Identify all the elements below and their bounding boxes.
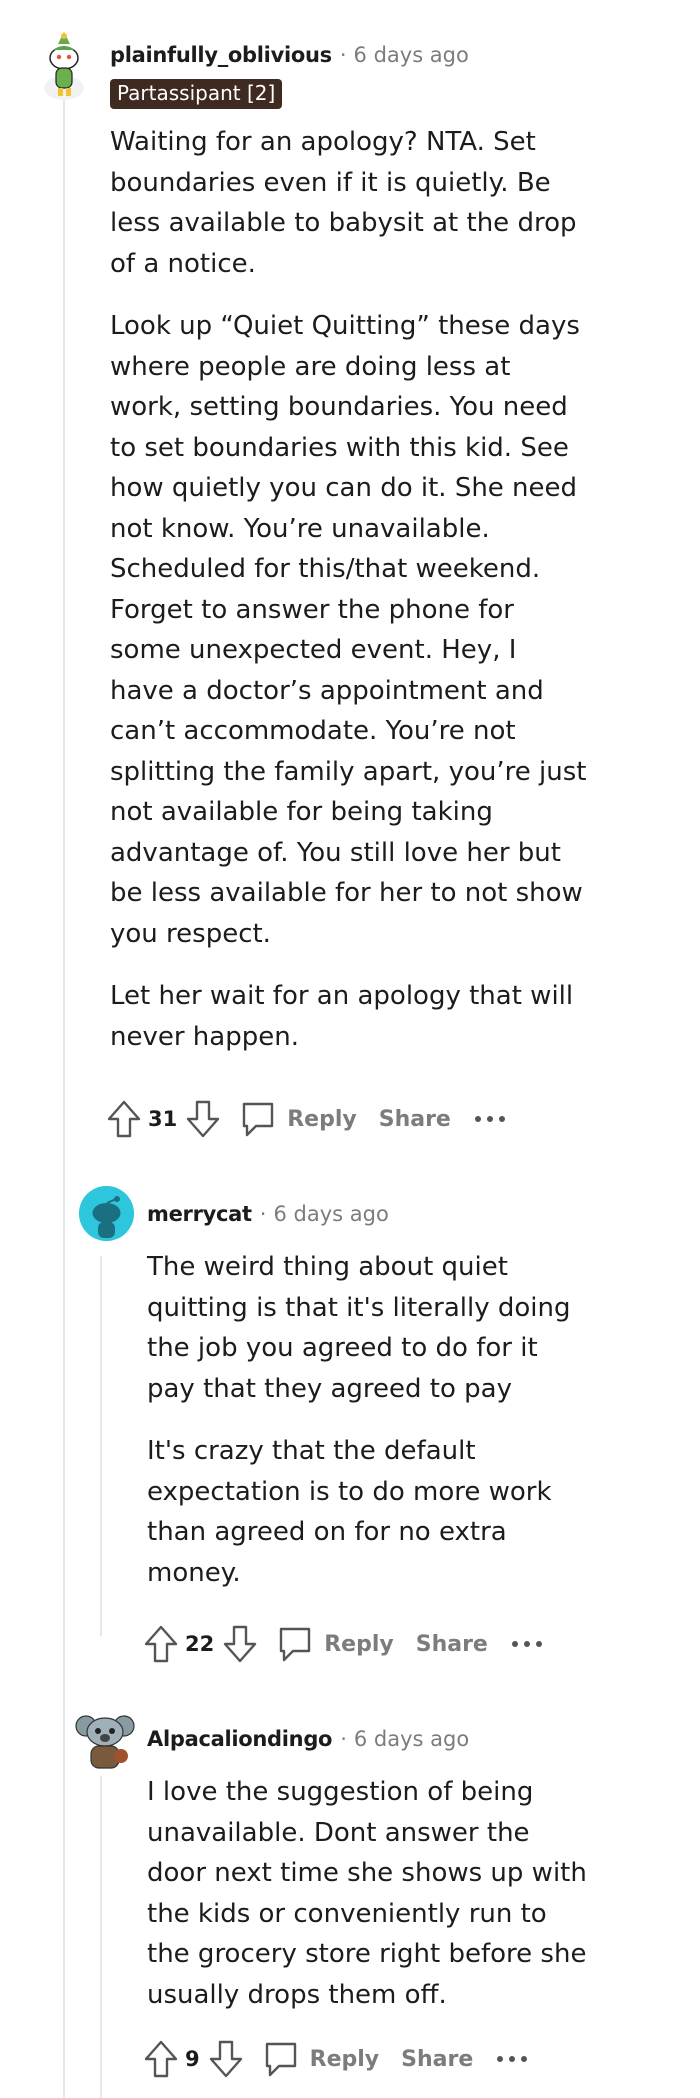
- comment-meta: plainfully_oblivious · 6 days ago: [110, 40, 469, 70]
- koala-snoo-avatar-icon[interactable]: [74, 1708, 136, 1770]
- comment-actions: 22 Reply Share: [143, 1622, 544, 1666]
- snoo-plant-avatar-icon[interactable]: [38, 30, 90, 100]
- vote-score: 22: [185, 1632, 215, 1656]
- timestamp[interactable]: 6 days ago: [273, 1202, 388, 1226]
- reply-label: Reply: [287, 1106, 357, 1132]
- comment-meta: Alpacaliondingo · 6 days ago: [147, 1724, 469, 1754]
- comment-bubble-icon: [276, 1624, 314, 1664]
- vote-score: 9: [185, 2047, 200, 2071]
- comment-body: The weird thing about quiet quitting is …: [147, 1247, 587, 1615]
- upvote-arrow-icon[interactable]: [143, 1624, 179, 1664]
- thread-line-level-2[interactable]: [100, 1256, 102, 1636]
- reply-button[interactable]: Reply: [239, 1099, 357, 1139]
- more-options-icon[interactable]: [510, 1639, 544, 1649]
- comment-actions: 31 Reply Share: [106, 1097, 507, 1141]
- meta-separator: ·: [339, 43, 347, 67]
- share-button[interactable]: Share: [379, 1107, 451, 1132]
- vote-score: 31: [148, 1107, 178, 1131]
- timestamp[interactable]: 6 days ago: [354, 43, 469, 67]
- downvote-arrow-icon[interactable]: [222, 1624, 258, 1664]
- username[interactable]: Alpacaliondingo: [147, 1727, 332, 1751]
- comment-paragraph: Let her wait for an apology that will ne…: [110, 981, 574, 1052]
- share-button[interactable]: Share: [416, 1632, 488, 1657]
- reply-label: Reply: [324, 1631, 394, 1657]
- comment-bubble-icon: [239, 1099, 277, 1139]
- share-button[interactable]: Share: [401, 2047, 473, 2072]
- more-options-icon[interactable]: [495, 2054, 529, 2064]
- comment-body: Waiting for an apology? NTA. Set boundar…: [110, 122, 588, 1079]
- meta-separator: ·: [259, 1202, 267, 1226]
- upvote-arrow-icon[interactable]: [143, 2039, 179, 2079]
- thread-line-level-1[interactable]: [63, 80, 65, 2098]
- comment-body: I love the suggestion of being unavailab…: [147, 1772, 587, 2037]
- reply-button[interactable]: Reply: [276, 1624, 394, 1664]
- comment-paragraph: It's crazy that the default expectation …: [147, 1436, 552, 1588]
- comment-bubble-icon: [262, 2039, 300, 2079]
- reply-label: Reply: [309, 2046, 380, 2072]
- downvote-arrow-icon[interactable]: [185, 1099, 221, 1139]
- comment-paragraph: The weird thing about quiet quitting is …: [147, 1252, 571, 1404]
- timestamp[interactable]: 6 days ago: [354, 1727, 469, 1751]
- downvote-arrow-icon[interactable]: [208, 2039, 244, 2079]
- comment-paragraph: I love the suggestion of being unavailab…: [147, 1777, 587, 2010]
- more-options-icon[interactable]: [473, 1114, 507, 1124]
- comment-actions: 9 Reply Share: [143, 2037, 529, 2081]
- comment-paragraph: Look up “Quiet Quitting” these days wher…: [110, 311, 587, 949]
- upvote-arrow-icon[interactable]: [106, 1099, 142, 1139]
- thread-line-level-2-b[interactable]: [100, 1776, 102, 2098]
- username[interactable]: plainfully_oblivious: [110, 43, 332, 67]
- comment-meta: merrycat · 6 days ago: [147, 1199, 389, 1229]
- meta-separator: ·: [340, 1727, 347, 1751]
- username[interactable]: merrycat: [147, 1202, 252, 1226]
- user-flair: Partassipant [2]: [110, 79, 283, 109]
- default-snoo-avatar-icon[interactable]: [79, 1186, 134, 1241]
- comment-paragraph: Waiting for an apology? NTA. Set boundar…: [110, 127, 577, 279]
- reply-button[interactable]: Reply: [262, 2039, 380, 2079]
